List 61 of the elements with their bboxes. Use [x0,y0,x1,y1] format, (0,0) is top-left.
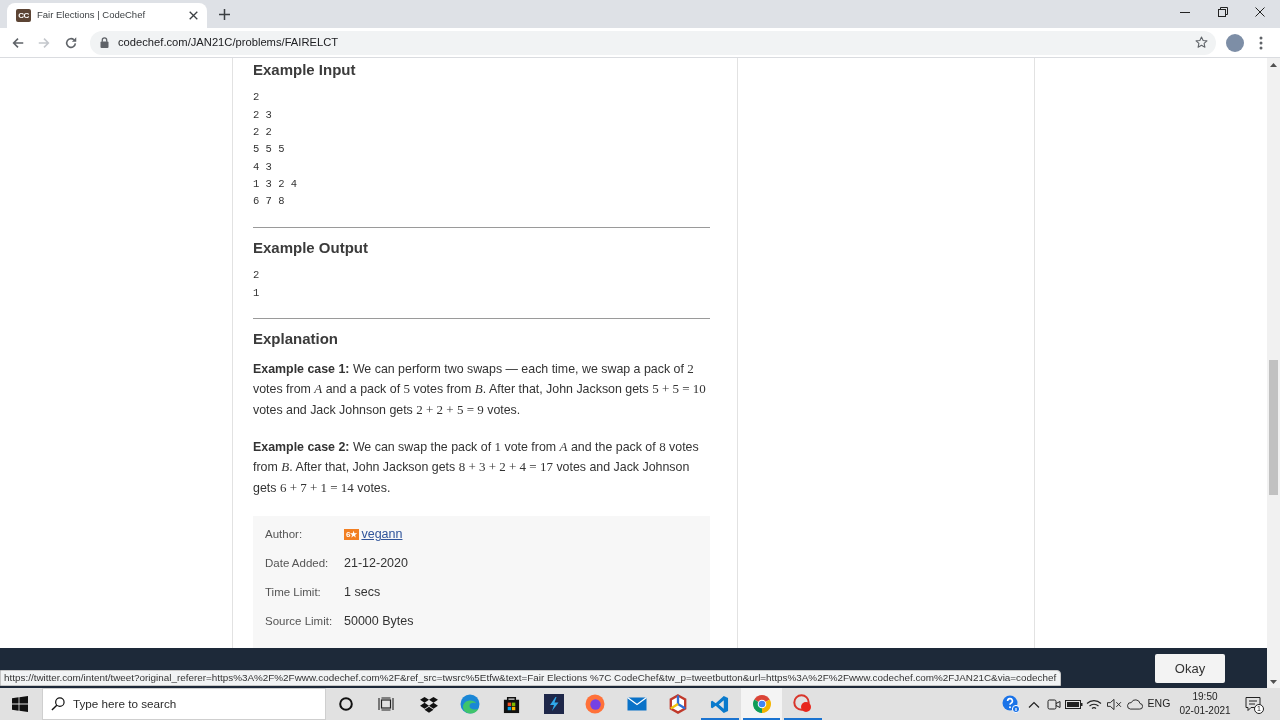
favicon: CC [16,9,31,22]
okay-button[interactable]: Okay [1155,654,1225,683]
new-tab-icon[interactable] [219,9,230,20]
explanation-paragraph: Example case 1: We can perform two swaps — each time, we swap a pack of 2 votes from A and a pack of 5 votes from B. After that, John Jackson gets 5 + 5 = 10 votes and Jack Johnson gets 2 + 2 + 5 = 9 votes. [253,359,707,419]
profile-avatar[interactable] [1226,33,1244,52]
task-view-icon[interactable] [378,697,394,711]
bookmark-star-icon[interactable] [1195,36,1208,49]
globe-app-icon[interactable] [585,694,606,714]
lightning-app-icon[interactable] [543,694,564,714]
shopping-bag-icon[interactable] [502,694,522,714]
hexagon-app-icon[interactable] [669,694,688,714]
speaker-muted-icon[interactable] [1106,697,1122,711]
close-tab-icon[interactable] [189,11,198,20]
sample-listing: 2 1 [253,268,260,301]
video-camera-icon[interactable] [1047,696,1061,712]
swirl-logo-icon[interactable] [460,694,481,714]
detail-label: Source Limit: [265,614,334,629]
ribbon-logo-icon[interactable] [710,694,730,714]
detail-value: 50000 Bytes [344,613,414,631]
scrollbar-thumb[interactable] [1269,360,1278,495]
address-bar[interactable]: codechef.com/JAN21C/problems/FAIRELCT [90,30,1216,55]
battery-icon[interactable] [1065,699,1083,709]
more-menu-icon[interactable] [1259,35,1263,50]
envelope-icon[interactable] [626,697,647,711]
rating-badge: 6★ [344,529,360,541]
author-link[interactable]: vegann [361,525,403,544]
detail-label: Date Added: [265,556,330,571]
restore-icon[interactable] [1217,7,1228,17]
reload-icon[interactable] [64,35,78,50]
diamonds-logo-icon[interactable] [419,695,438,713]
cloud-icon[interactable] [1125,698,1143,710]
explanation-paragraph: Example case 2: We can swap the pack of 1 vote from A and the pack of 8 votes from B. After that, John Jackson gets 8 + 3 + 2 + 4 = 17 votes and Jack Johnson gets 6 + 7 + 1 = 14 votes. [253,437,700,497]
clock-date[interactable]: 02-01-2021 [1179,704,1231,718]
scroll-up-icon[interactable] [1270,62,1277,67]
windows-logo-icon[interactable] [12,696,28,712]
minimize-icon[interactable] [1180,11,1190,13]
search-field[interactable]: Type here to search [42,688,326,720]
notification-icon[interactable] [1245,696,1261,712]
detail-value: 1 secs [344,584,381,602]
back-icon[interactable] [11,35,25,50]
browser-tab[interactable]: CC Fair Elections | CodeChef [7,3,207,28]
chevron-up-icon[interactable] [1028,700,1040,708]
section-heading: Explanation [253,329,338,350]
search-icon [51,697,65,711]
section-heading: Example Input [253,60,356,80]
ring-icon[interactable] [339,697,353,711]
wifi-icon[interactable] [1086,697,1102,711]
clock-time[interactable]: 19:50 [1192,690,1218,704]
status-url: https://twitter.com/intent/tweet?original_referer=https%3A%2F%2Fwww.codechef.com%2F&ref_src=twsrc%5Etfw&text=Fair Elections %7C CodeChef&tw_p=tweetbutton&url=https%3A%2F%2Fwww.codechef.com%2FJAN21C&via=codechef [0,670,1062,686]
detail-label: Author: [265,527,304,542]
language-indicator[interactable]: ENG [1147,696,1171,712]
detail-value: 21-12-2020 [344,555,408,573]
close-window-icon[interactable] [1255,7,1265,17]
scroll-down-icon[interactable] [1270,679,1277,684]
sample-listing: 2 2 3 2 2 5 5 5 4 3 1 3 2 4 6 7 8 [253,90,298,210]
record-icon[interactable] [793,694,814,714]
lock-icon [100,37,109,48]
detail-label: Time Limit: [265,585,322,600]
tricolor-circle-icon[interactable] [751,694,772,714]
help-icon[interactable] [1002,695,1020,713]
section-heading: Example Output [253,237,368,258]
